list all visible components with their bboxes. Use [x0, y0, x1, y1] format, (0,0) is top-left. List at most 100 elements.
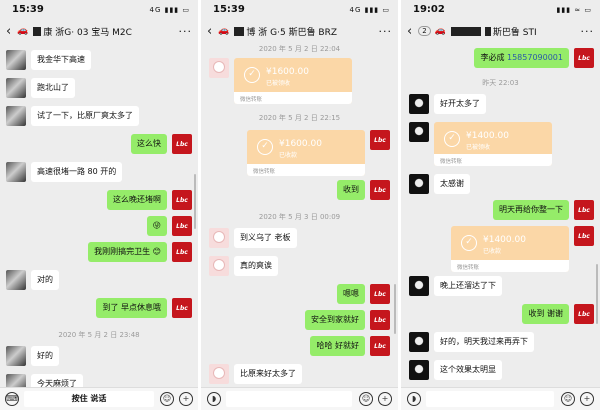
message-row: 这么快 Lbc: [0, 134, 198, 156]
my-avatar[interactable]: Lbc: [574, 304, 594, 324]
my-avatar[interactable]: Lbc: [172, 190, 192, 210]
contact-avatar[interactable]: [409, 360, 429, 380]
message-bubble[interactable]: 跑北山了: [31, 78, 75, 98]
scrollbar[interactable]: [394, 284, 396, 334]
contact-avatar[interactable]: [6, 162, 26, 182]
contact-avatar[interactable]: [6, 106, 26, 126]
more-icon[interactable]: ···: [581, 25, 595, 38]
car-icon: 🚗: [218, 26, 230, 36]
plus-icon[interactable]: +: [580, 392, 594, 406]
my-avatar[interactable]: Lbc: [370, 336, 390, 356]
message-row: 我金华下高速: [0, 50, 198, 72]
my-avatar[interactable]: Lbc: [370, 284, 390, 304]
emoji-icon[interactable]: ☺: [160, 392, 174, 406]
my-avatar[interactable]: Lbc: [370, 180, 390, 200]
contact-avatar[interactable]: [209, 256, 229, 276]
contact-avatar[interactable]: [209, 364, 229, 384]
transfer-card[interactable]: ✓ ¥1400.00 已收款 微信转账: [451, 226, 569, 272]
chat-title: 康 浙G· 03 宝马 M2C: [43, 27, 132, 38]
contact-avatar[interactable]: [409, 122, 429, 142]
contact-avatar[interactable]: [209, 58, 229, 78]
contact-avatar[interactable]: [6, 78, 26, 98]
message-bubble[interactable]: 太感谢: [434, 174, 470, 194]
message-input[interactable]: [426, 391, 554, 407]
message-bubble[interactable]: 对的: [31, 270, 59, 290]
plus-icon[interactable]: +: [378, 392, 392, 406]
message-bubble[interactable]: 这么晚还堵啊: [107, 190, 167, 210]
contact-avatar[interactable]: [6, 270, 26, 290]
back-chevron-icon[interactable]: ‹: [207, 24, 212, 39]
scrollbar[interactable]: [194, 174, 196, 229]
back-chevron-icon[interactable]: ‹: [6, 24, 11, 39]
phone-number-link[interactable]: 15857090001: [507, 53, 563, 62]
transfer-card[interactable]: ✓ ¥1600.00 已被领收 微信转账: [234, 58, 352, 104]
message-list[interactable]: 2020 年 5 月 2 日 22:04 ✓ ¥1600.00 已被领收 微信转…: [201, 44, 398, 387]
message-input[interactable]: [226, 391, 352, 407]
scrollbar[interactable]: [596, 264, 598, 324]
message-bubble[interactable]: 好开太多了: [434, 94, 486, 114]
timestamp: 2020 年 5 月 3 日 00:09: [258, 213, 341, 221]
message-bubble[interactable]: 这个效果太明显: [434, 360, 502, 380]
message-bubble[interactable]: 我刚刚搞完卫生 😊: [88, 242, 167, 262]
message-bubble[interactable]: 好的，明天我过来再弄下: [434, 332, 534, 352]
hold-to-talk-button[interactable]: 按住 说话: [24, 391, 154, 407]
plus-icon[interactable]: +: [179, 392, 193, 406]
message-row: 到了 早点休息哦 Lbc: [0, 298, 198, 320]
message-bubble[interactable]: 比原来好太多了: [234, 364, 302, 384]
my-avatar[interactable]: Lbc: [574, 200, 594, 220]
contact-avatar[interactable]: [6, 374, 26, 387]
more-icon[interactable]: ···: [379, 25, 393, 38]
message-bubble[interactable]: 收到: [337, 180, 365, 200]
my-avatar[interactable]: Lbc: [370, 130, 390, 150]
message-row: 好的: [0, 346, 198, 368]
contact-avatar[interactable]: [409, 174, 429, 194]
my-avatar[interactable]: Lbc: [172, 242, 192, 262]
message-bubble[interactable]: 这么快: [131, 134, 167, 154]
more-icon[interactable]: ···: [179, 25, 193, 38]
message-bubble[interactable]: 高速很堵一路 80 开的: [31, 162, 123, 182]
message-bubble[interactable]: 好的: [31, 346, 59, 366]
my-avatar[interactable]: Lbc: [574, 226, 594, 246]
message-bubble[interactable]: 晚上还溜达了下: [434, 276, 502, 296]
message-bubble[interactable]: 今天麻烦了: [31, 374, 83, 387]
my-avatar[interactable]: Lbc: [172, 134, 192, 154]
contact-avatar[interactable]: [409, 332, 429, 352]
message-list[interactable]: 我金华下高速 跑北山了 试了一下，比原厂爽太多了 这么快 Lbc 高速很堵一路 …: [0, 44, 198, 387]
emoji-icon[interactable]: ☺: [359, 392, 373, 406]
message-bubble[interactable]: 真的爽诶: [234, 256, 278, 276]
message-row: 试了一下，比原厂爽太多了: [0, 106, 198, 128]
message-bubble[interactable]: 到义乌了 老板: [234, 228, 297, 248]
message-bubble[interactable]: 安全到家就好: [305, 310, 365, 330]
my-avatar[interactable]: Lbc: [574, 48, 594, 68]
contact-avatar[interactable]: [409, 276, 429, 296]
message-bubble[interactable]: 明天再给你整一下: [493, 200, 569, 220]
my-avatar[interactable]: Lbc: [172, 216, 192, 236]
contact-avatar[interactable]: [409, 94, 429, 114]
message-bubble[interactable]: 我金华下高速: [31, 50, 91, 70]
message-bubble[interactable]: 嗯嗯: [337, 284, 365, 304]
contact-avatar[interactable]: [209, 228, 229, 248]
contact-avatar[interactable]: [6, 50, 26, 70]
message-bubble[interactable]: 哈哈 好就好: [310, 336, 365, 356]
my-avatar[interactable]: Lbc: [370, 310, 390, 330]
transfer-card[interactable]: ✓ ¥1600.00 已收款 微信转账: [247, 130, 365, 176]
message-row: 好的，明天我过来再弄下: [401, 332, 600, 354]
voice-icon[interactable]: ◗: [207, 392, 221, 406]
back-chevron-icon[interactable]: ‹: [407, 24, 412, 39]
transfer-card[interactable]: ✓ ¥1400.00 已被领收 微信转账: [434, 122, 552, 166]
message-bubble[interactable]: 试了一下，比原厂爽太多了: [31, 106, 139, 126]
message-row: ✓ ¥1600.00 已被领收 微信转账: [201, 58, 398, 106]
unread-badge: 2: [418, 26, 431, 36]
emoji-icon[interactable]: ☺: [561, 392, 575, 406]
voice-icon[interactable]: ◗: [407, 392, 421, 406]
chat-title: 斯巴鲁 STI: [492, 27, 537, 38]
message-bubble[interactable]: 😜: [146, 216, 167, 236]
message-bubble[interactable]: 收到 谢谢: [522, 304, 569, 324]
message-list[interactable]: 李必成 15857090001 Lbc 昨天 22:03 好开太多了 ✓ ¥14…: [401, 44, 600, 387]
my-avatar[interactable]: Lbc: [172, 298, 192, 318]
contact-avatar[interactable]: [6, 346, 26, 366]
message-bubble[interactable]: 李必成 15857090001: [474, 48, 569, 68]
message-bubble[interactable]: 到了 早点休息哦: [96, 298, 167, 318]
chat-title: 博 浙 G·5 斯巴鲁 BRZ: [246, 27, 338, 38]
keyboard-icon[interactable]: ⌨: [5, 392, 19, 406]
